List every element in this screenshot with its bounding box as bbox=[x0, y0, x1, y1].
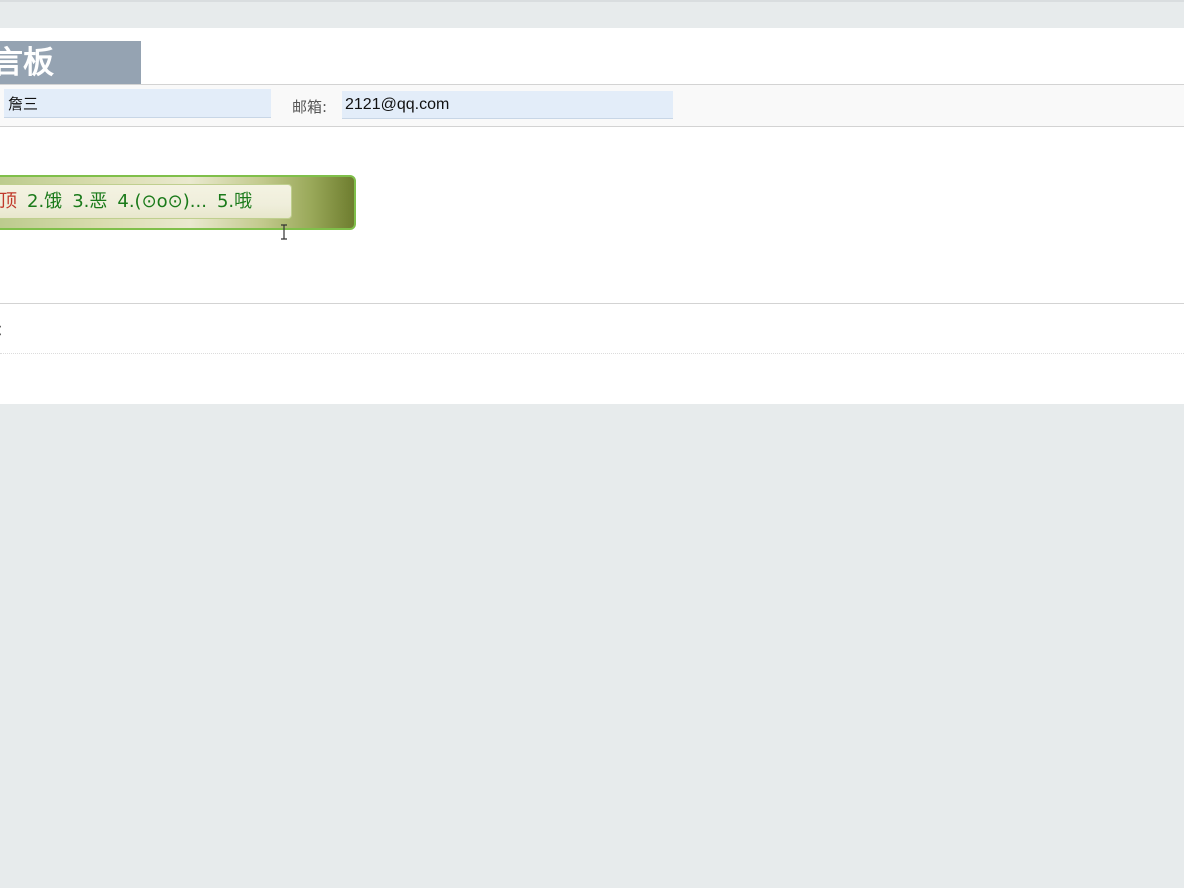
name-input[interactable] bbox=[4, 89, 271, 118]
emoji-list: 顶 2.饿 3.恶 4.(⊙o⊙)... 5.哦 bbox=[0, 191, 262, 213]
guestbook-panel: 言板 邮箱: 顶 2.饿 3.恶 4.(⊙o⊙)... 5.哦 ： bbox=[0, 28, 1184, 404]
emoji-toolbar: 顶 2.饿 3.恶 4.(⊙o⊙)... 5.哦 bbox=[0, 175, 356, 230]
message-item-fragment: ： bbox=[0, 319, 11, 340]
email-label: 邮箱: bbox=[292, 98, 328, 116]
top-strip bbox=[0, 0, 1184, 2]
emoji-item-1[interactable]: 顶 bbox=[0, 191, 17, 212]
emoji-item-4[interactable]: 4.(⊙o⊙)... bbox=[117, 191, 207, 212]
board-title: 言板 bbox=[0, 45, 54, 81]
section-divider bbox=[0, 303, 1184, 304]
emoji-item-3[interactable]: 3.恶 bbox=[72, 191, 107, 212]
message-divider bbox=[0, 353, 1184, 354]
text-cursor-icon bbox=[281, 224, 287, 240]
board-title-bar: 言板 bbox=[0, 41, 141, 84]
email-input[interactable] bbox=[342, 91, 673, 119]
emoji-item-5[interactable]: 5.哦 bbox=[217, 191, 252, 212]
emoji-list-box: 顶 2.饿 3.恶 4.(⊙o⊙)... 5.哦 bbox=[0, 184, 292, 219]
author-form-row: 邮箱: bbox=[0, 84, 1184, 127]
emoji-item-2[interactable]: 2.饿 bbox=[27, 191, 62, 212]
